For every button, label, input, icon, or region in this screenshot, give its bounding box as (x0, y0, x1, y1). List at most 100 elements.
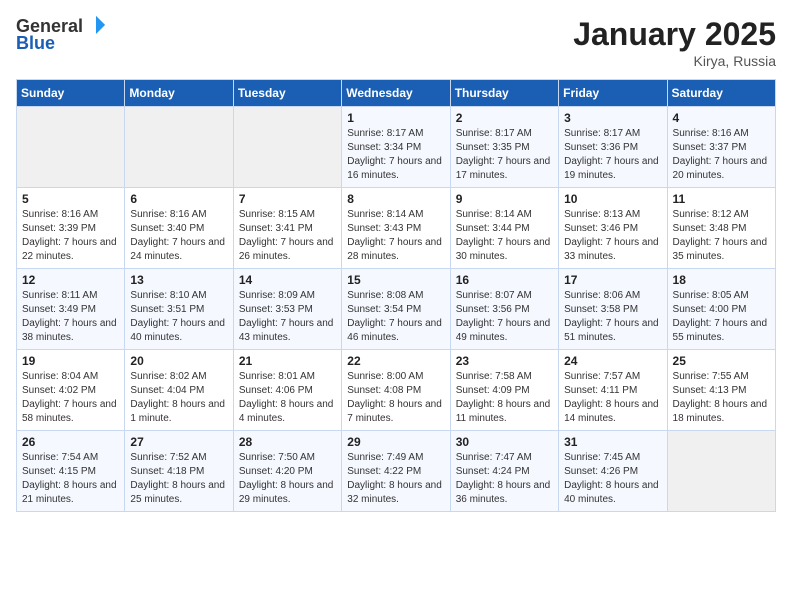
day-number: 11 (673, 192, 770, 206)
calendar-cell: 6Sunrise: 8:16 AMSunset: 3:40 PMDaylight… (125, 188, 233, 269)
day-info: Sunrise: 7:50 AMSunset: 4:20 PMDaylight:… (239, 451, 336, 507)
calendar-header-row: SundayMondayTuesdayWednesdayThursdayFrid… (17, 80, 776, 107)
calendar-week-3: 12 Sunrise: 8:11 AMSunset: 3:49 PMDayligh… (17, 269, 776, 350)
calendar-cell: 17Sunrise: 8:06 AMSunset: 3:58 PMDayligh… (559, 269, 667, 350)
day-info: Sunrise: 7:57 AMSunset: 4:11 PMDaylight:… (564, 370, 661, 426)
day-number: 1 (347, 111, 444, 125)
day-number: 25 (673, 354, 770, 368)
calendar-cell: 18 Sunrise: 8:05 AMSunset: 4:00 PMDayligh… (667, 269, 775, 350)
calendar-cell: 14 Sunrise: 8:09 AMSunset: 3:53 PMDayligh… (233, 269, 341, 350)
day-number: 20 (130, 354, 227, 368)
day-number: 17 (564, 273, 661, 287)
calendar-cell: 12 Sunrise: 8:11 AMSunset: 3:49 PMDayligh… (17, 269, 125, 350)
day-info: Sunrise: 8:00 AMSunset: 4:08 PMDaylight:… (347, 370, 444, 426)
day-info: Sunrise: 8:14 AMSunset: 3:43 PMDaylight:… (347, 208, 444, 264)
logo: General Blue (16, 16, 107, 54)
calendar-cell: 29Sunrise: 7:49 AMSunset: 4:22 PMDayligh… (342, 431, 450, 512)
day-number: 28 (239, 435, 336, 449)
day-number: 7 (239, 192, 336, 206)
day-info: Sunrise: 7:47 AMSunset: 4:24 PMDaylight:… (456, 451, 553, 507)
title-block: January 2025 Kirya, Russia (573, 16, 776, 69)
calendar-cell: 10 Sunrise: 8:13 AMSunset: 3:46 PMDayligh… (559, 188, 667, 269)
day-info: Sunrise: 7:58 AMSunset: 4:09 PMDaylight:… (456, 370, 553, 426)
day-number: 21 (239, 354, 336, 368)
calendar-week-1: 1Sunrise: 8:17 AMSunset: 3:34 PMDaylight… (17, 107, 776, 188)
day-info: Sunrise: 8:14 AMSunset: 3:44 PMDaylight:… (456, 208, 553, 264)
calendar-cell: 13 Sunrise: 8:10 AMSunset: 3:51 PMDayligh… (125, 269, 233, 350)
day-number: 3 (564, 111, 661, 125)
day-info: Sunrise: 8:13 AMSunset: 3:46 PMDaylight:… (564, 208, 661, 264)
day-number: 23 (456, 354, 553, 368)
day-info: Sunrise: 7:45 AMSunset: 4:26 PMDaylight:… (564, 451, 661, 507)
calendar-cell (667, 431, 775, 512)
calendar-cell (125, 107, 233, 188)
calendar-cell: 30 Sunrise: 7:47 AMSunset: 4:24 PMDayligh… (450, 431, 558, 512)
header-thursday: Thursday (450, 80, 558, 107)
calendar-week-4: 19Sunrise: 8:04 AMSunset: 4:02 PMDayligh… (17, 350, 776, 431)
day-number: 16 (456, 273, 553, 287)
day-number: 30 (456, 435, 553, 449)
day-info: Sunrise: 8:16 AMSunset: 3:39 PMDaylight:… (22, 208, 119, 264)
day-number: 22 (347, 354, 444, 368)
calendar-week-2: 5 Sunrise: 8:16 AMSunset: 3:39 PMDaylight… (17, 188, 776, 269)
calendar-cell: 20 Sunrise: 8:02 AMSunset: 4:04 PMDayligh… (125, 350, 233, 431)
day-number: 24 (564, 354, 661, 368)
day-number: 18 (673, 273, 770, 287)
day-number: 13 (130, 273, 227, 287)
day-info: Sunrise: 8:12 AMSunset: 3:48 PMDaylight:… (673, 208, 770, 264)
day-number: 8 (347, 192, 444, 206)
day-info: Sunrise: 8:09 AMSunset: 3:53 PMDaylight:… (239, 289, 336, 345)
calendar-cell: 4 Sunrise: 8:16 AMSunset: 3:37 PMDaylight… (667, 107, 775, 188)
day-number: 15 (347, 273, 444, 287)
day-info: Sunrise: 8:17 AMSunset: 3:35 PMDaylight:… (456, 127, 553, 183)
day-info: Sunrise: 8:11 AMSunset: 3:49 PMDaylight:… (22, 289, 119, 345)
page-header: General Blue January 2025 Kirya, Russia (16, 16, 776, 69)
day-info: Sunrise: 8:10 AMSunset: 3:51 PMDaylight:… (130, 289, 227, 345)
calendar-cell: 19Sunrise: 8:04 AMSunset: 4:02 PMDayligh… (17, 350, 125, 431)
day-info: Sunrise: 8:02 AMSunset: 4:04 PMDaylight:… (130, 370, 227, 426)
day-info: Sunrise: 7:55 AMSunset: 4:13 PMDaylight:… (673, 370, 770, 426)
header-monday: Monday (125, 80, 233, 107)
header-saturday: Saturday (667, 80, 775, 107)
header-wednesday: Wednesday (342, 80, 450, 107)
day-info: Sunrise: 8:07 AMSunset: 3:56 PMDaylight:… (456, 289, 553, 345)
day-number: 12 (22, 273, 119, 287)
calendar-cell: 5 Sunrise: 8:16 AMSunset: 3:39 PMDaylight… (17, 188, 125, 269)
calendar-cell: 31 Sunrise: 7:45 AMSunset: 4:26 PMDayligh… (559, 431, 667, 512)
calendar-cell: 28 Sunrise: 7:50 AMSunset: 4:20 PMDayligh… (233, 431, 341, 512)
logo-text-blue: Blue (16, 33, 55, 54)
header-tuesday: Tuesday (233, 80, 341, 107)
day-info: Sunrise: 8:17 AMSunset: 3:36 PMDaylight:… (564, 127, 661, 183)
logo-flag-icon (85, 14, 107, 36)
calendar-cell (233, 107, 341, 188)
day-number: 5 (22, 192, 119, 206)
day-info: Sunrise: 8:16 AMSunset: 3:37 PMDaylight:… (673, 127, 770, 183)
day-number: 19 (22, 354, 119, 368)
day-info: Sunrise: 7:54 AMSunset: 4:15 PMDaylight:… (22, 451, 119, 507)
day-info: Sunrise: 8:05 AMSunset: 4:00 PMDaylight:… (673, 289, 770, 345)
day-number: 10 (564, 192, 661, 206)
calendar-cell: 23 Sunrise: 7:58 AMSunset: 4:09 PMDayligh… (450, 350, 558, 431)
day-info: Sunrise: 8:08 AMSunset: 3:54 PMDaylight:… (347, 289, 444, 345)
header-friday: Friday (559, 80, 667, 107)
day-info: Sunrise: 8:16 AMSunset: 3:40 PMDaylight:… (130, 208, 227, 264)
calendar-cell: 26 Sunrise: 7:54 AMSunset: 4:15 PMDayligh… (17, 431, 125, 512)
day-number: 4 (673, 111, 770, 125)
day-number: 31 (564, 435, 661, 449)
calendar-cell: 27 Sunrise: 7:52 AMSunset: 4:18 PMDayligh… (125, 431, 233, 512)
calendar-cell (17, 107, 125, 188)
calendar-table: SundayMondayTuesdayWednesdayThursdayFrid… (16, 79, 776, 512)
calendar-cell: 15 Sunrise: 8:08 AMSunset: 3:54 PMDayligh… (342, 269, 450, 350)
day-number: 27 (130, 435, 227, 449)
header-sunday: Sunday (17, 80, 125, 107)
calendar-cell: 11 Sunrise: 8:12 AMSunset: 3:48 PMDayligh… (667, 188, 775, 269)
day-number: 14 (239, 273, 336, 287)
day-number: 9 (456, 192, 553, 206)
location: Kirya, Russia (573, 53, 776, 69)
calendar-cell: 24 Sunrise: 7:57 AMSunset: 4:11 PMDayligh… (559, 350, 667, 431)
calendar-cell: 25 Sunrise: 7:55 AMSunset: 4:13 PMDayligh… (667, 350, 775, 431)
day-info: Sunrise: 7:52 AMSunset: 4:18 PMDaylight:… (130, 451, 227, 507)
calendar-week-5: 26 Sunrise: 7:54 AMSunset: 4:15 PMDayligh… (17, 431, 776, 512)
day-info: Sunrise: 8:15 AMSunset: 3:41 PMDaylight:… (239, 208, 336, 264)
day-number: 26 (22, 435, 119, 449)
